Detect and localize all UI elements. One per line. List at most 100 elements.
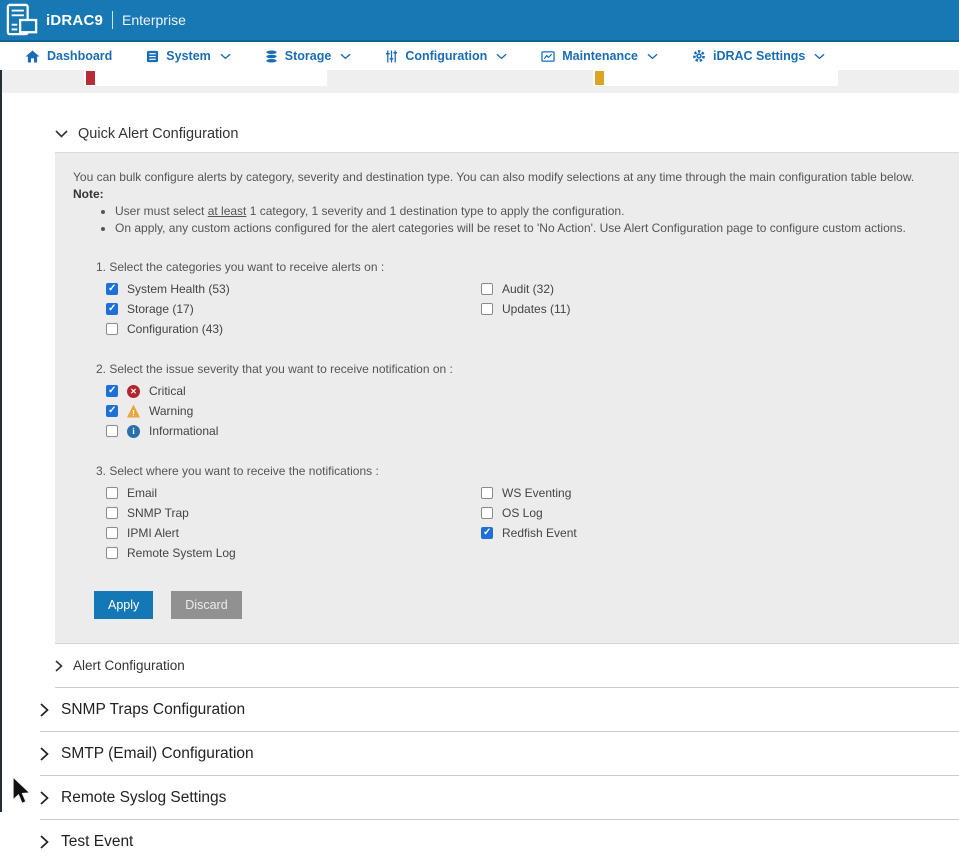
checkbox-label: Critical xyxy=(149,384,186,398)
gear-icon xyxy=(692,49,706,63)
section-test-event[interactable]: Test Event xyxy=(40,820,959,864)
nav-configuration[interactable]: Configuration xyxy=(385,49,507,63)
chart-icon xyxy=(541,50,555,63)
chevron-right-icon xyxy=(40,835,49,849)
nav-label: Storage xyxy=(285,49,332,63)
edition-label: Enterprise xyxy=(122,12,186,28)
checkbox-label: Updates (11) xyxy=(502,302,570,316)
nav-label: System xyxy=(166,49,210,63)
checkbox[interactable] xyxy=(481,283,493,295)
categories-left-column: System Health (53) Storage (17) Configur… xyxy=(106,279,481,339)
storage-icon xyxy=(265,50,278,63)
option-updates: Updates (11) xyxy=(481,299,570,319)
nav-system[interactable]: System xyxy=(146,49,230,63)
checkbox-label: Remote System Log xyxy=(127,546,236,560)
checkbox-label: Storage (17) xyxy=(127,302,194,316)
info-icon xyxy=(127,425,140,438)
chevron-down-icon xyxy=(814,53,825,60)
apply-button[interactable]: Apply xyxy=(94,591,153,619)
discard-button[interactable]: Discard xyxy=(171,591,241,619)
checkbox-label: WS Eventing xyxy=(502,486,571,500)
app-header: iDRAC9 Enterprise xyxy=(0,0,959,42)
checkbox[interactable] xyxy=(106,547,118,559)
severity-column: Critical Warning Informational xyxy=(106,381,218,441)
note-label: Note: xyxy=(73,186,939,203)
checkbox[interactable] xyxy=(481,303,493,315)
chevron-down-icon xyxy=(647,53,658,60)
button-row: Apply Discard xyxy=(94,591,939,619)
sliders-icon xyxy=(385,50,398,63)
checkbox-label: IPMI Alert xyxy=(127,526,179,540)
section-remote-syslog-settings[interactable]: Remote Syslog Settings xyxy=(40,776,959,820)
section-quick-alert-configuration[interactable]: Quick Alert Configuration xyxy=(55,115,959,152)
checkbox[interactable] xyxy=(106,487,118,499)
nav-label: Configuration xyxy=(405,49,487,63)
categories-right-column: Audit (32) Updates (11) xyxy=(481,279,570,339)
checkbox-label: Warning xyxy=(149,404,193,418)
checkbox[interactable] xyxy=(106,507,118,519)
section-snmp-traps-configuration[interactable]: SNMP Traps Configuration xyxy=(40,688,959,732)
option-critical: Critical xyxy=(106,381,218,401)
note-list: User must select at least 1 category, 1 … xyxy=(115,203,939,237)
chevron-down-icon xyxy=(340,53,351,60)
gold-status-square xyxy=(595,71,604,85)
mouse-cursor xyxy=(11,776,33,806)
section-title: SMTP (Email) Configuration xyxy=(61,745,254,763)
note-item: On apply, any custom actions configured … xyxy=(115,220,939,237)
section-title: Quick Alert Configuration xyxy=(78,126,238,142)
chevron-down-icon xyxy=(496,53,507,60)
checkbox-label: SNMP Trap xyxy=(127,506,189,520)
note-text: User must select xyxy=(115,204,208,218)
section-title: Alert Configuration xyxy=(73,658,185,673)
critical-icon xyxy=(127,385,140,398)
note-item: User must select at least 1 category, 1 … xyxy=(115,203,939,220)
destinations-right-column: WS Eventing OS Log Redfish Event xyxy=(481,483,577,563)
option-ws-eventing: WS Eventing xyxy=(481,483,577,503)
quick-alert-panel: You can bulk configure alerts by categor… xyxy=(55,152,959,644)
option-remote-system-log: Remote System Log xyxy=(106,543,481,563)
option-snmp-trap: SNMP Trap xyxy=(106,503,481,523)
section-smtp-email-configuration[interactable]: SMTP (Email) Configuration xyxy=(40,732,959,776)
checkbox[interactable] xyxy=(106,425,118,437)
nav-label: Dashboard xyxy=(47,49,112,63)
checkbox[interactable] xyxy=(481,527,493,539)
checkbox-label: System Health (53) xyxy=(127,282,230,296)
checkbox[interactable] xyxy=(106,303,118,315)
checkbox[interactable] xyxy=(106,405,118,417)
idrac-logo-icon xyxy=(6,3,38,37)
checkbox[interactable] xyxy=(106,283,118,295)
checkbox[interactable] xyxy=(481,507,493,519)
step-label: 1. Select the categories you want to rec… xyxy=(96,259,939,275)
checkbox-label: Configuration (43) xyxy=(127,322,223,336)
checkbox[interactable] xyxy=(481,487,493,499)
section-alert-configuration[interactable]: Alert Configuration xyxy=(55,644,959,688)
step-label: 2. Select the issue severity that you wa… xyxy=(96,361,939,377)
warning-icon xyxy=(127,405,140,418)
step-categories: 1. Select the categories you want to rec… xyxy=(96,259,939,339)
destinations-left-column: Email SNMP Trap IPMI Alert Remote System… xyxy=(106,483,481,563)
option-informational: Informational xyxy=(106,421,218,441)
chevron-right-icon xyxy=(40,747,49,761)
intro-text: You can bulk configure alerts by categor… xyxy=(73,169,939,186)
checkbox[interactable] xyxy=(106,385,118,397)
checkbox-label: OS Log xyxy=(502,506,543,520)
step-severity: 2. Select the issue severity that you wa… xyxy=(96,361,939,441)
checkbox-label: Audit (32) xyxy=(502,282,554,296)
nav-idrac-settings[interactable]: iDRAC Settings xyxy=(692,49,825,63)
partial-legend-strip xyxy=(593,70,838,86)
system-icon xyxy=(146,50,159,63)
red-status-square xyxy=(86,71,95,85)
scrolled-content-band xyxy=(0,70,959,93)
section-title: SNMP Traps Configuration xyxy=(61,701,245,719)
checkbox-label: Informational xyxy=(149,424,218,438)
checkbox[interactable] xyxy=(106,323,118,335)
nav-dashboard[interactable]: Dashboard xyxy=(25,49,112,63)
chevron-down-icon xyxy=(55,130,68,138)
brand-separator xyxy=(112,11,113,29)
step-destinations: 3. Select where you want to receive the … xyxy=(96,463,939,563)
option-system-health: System Health (53) xyxy=(106,279,481,299)
nav-storage[interactable]: Storage xyxy=(265,49,352,63)
nav-maintenance[interactable]: Maintenance xyxy=(541,49,658,63)
chevron-right-icon xyxy=(40,703,49,717)
checkbox[interactable] xyxy=(106,527,118,539)
